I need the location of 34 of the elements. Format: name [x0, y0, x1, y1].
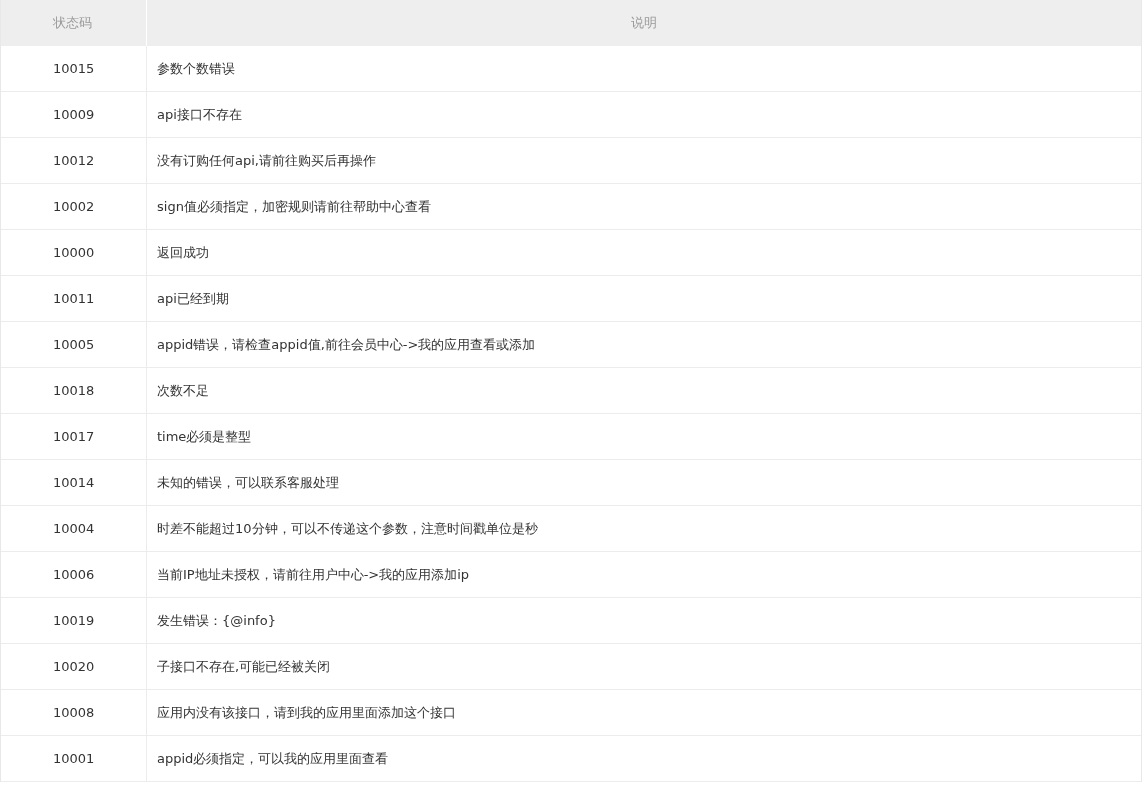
table-cell: 10018 — [1, 368, 147, 413]
table-cell-text: 没有订购任何api,请前往购买后再操作 — [156, 151, 377, 170]
table-cell-text: 当前IP地址未授权，请前往用户中心->我的应用添加ip — [156, 565, 471, 584]
table-cell-text: api接口不存在 — [156, 105, 243, 124]
table-cell-text: 时差不能超过10分钟，可以不传递这个参数，注意时间戳单位是秒 — [156, 519, 539, 538]
table-cell: 10014 — [1, 460, 147, 505]
table-cell: 10012 — [1, 138, 147, 183]
table-cell: 10006 — [1, 552, 147, 597]
table-cell: 10011 — [1, 276, 147, 321]
table-cell: 10015 — [1, 46, 147, 91]
table-cell: 10002 — [1, 184, 147, 229]
table-cell-text: appid必须指定，可以我的应用里面查看 — [156, 749, 390, 768]
column-header: 说明 — [630, 14, 658, 32]
table-cell-text: api已经到期 — [156, 289, 230, 308]
table-cell-text: 未知的错误，可以联系客服处理 — [156, 473, 340, 492]
table-cell: 10009 — [1, 92, 147, 137]
table-cell-text: appid错误，请检查appid值,前往会员中心->我的应用查看或添加 — [156, 335, 537, 354]
table-cell-text: sign值必须指定，加密规则请前往帮助中心查看 — [156, 197, 432, 216]
table-cell-text: 次数不足 — [156, 381, 210, 400]
table-cell: 10017 — [1, 414, 147, 459]
table-cell: 10020 — [1, 644, 147, 689]
table-cell-text: 发生错误：{@info} — [156, 611, 277, 630]
table-cell: 10004 — [1, 506, 147, 551]
table-cell-text: 返回成功 — [156, 243, 210, 262]
table-cell: 10000 — [1, 230, 147, 275]
table-cell: 10019 — [1, 598, 147, 643]
table-cell-text: 参数个数错误 — [156, 59, 236, 78]
table-cell-text: 子接口不存在,可能已经被关闭 — [156, 657, 332, 676]
column-header: 状态码 — [1, 0, 147, 46]
table-cell: 10001 — [1, 736, 147, 781]
table-cell: 10005 — [1, 322, 147, 367]
table-cell: 10008 — [1, 690, 147, 735]
table-cell-text: time必须是整型 — [156, 427, 253, 446]
table-cell-text: 应用内没有该接口，请到我的应用里面添加这个接口 — [156, 703, 457, 722]
